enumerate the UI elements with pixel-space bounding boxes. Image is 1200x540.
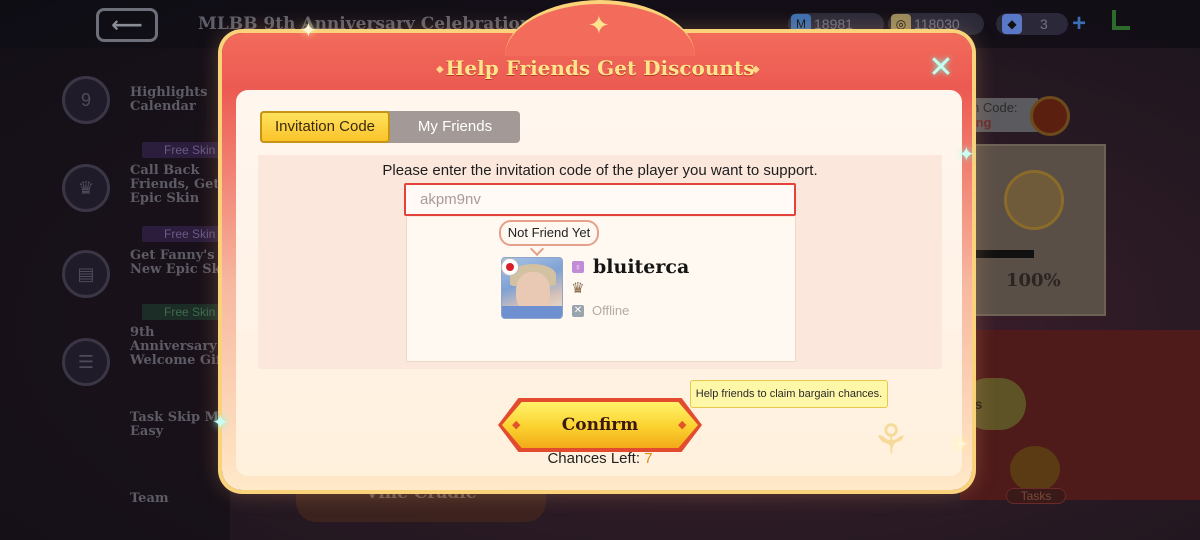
close-icon[interactable]: ✕: [924, 52, 958, 86]
topup-plus-button[interactable]: +: [1072, 10, 1086, 38]
code-label: n Code:: [972, 100, 1018, 115]
diamond-icon: ◆: [1002, 14, 1022, 34]
event-title: MLBB 9th Anniversary Celebration: [198, 14, 533, 34]
ticket-counter: M 18981: [788, 13, 884, 35]
instruction-text: Please enter the invitation code of the …: [382, 162, 818, 179]
anniversary-emblem-icon: ✦: [588, 10, 610, 40]
ticket-icon: M: [791, 14, 811, 34]
gift-list-icon: ☰: [62, 338, 110, 386]
copy-code-icon[interactable]: [1030, 96, 1070, 136]
sidebar-item-team[interactable]: Team: [130, 492, 240, 506]
tasks-label[interactable]: Tasks: [1006, 488, 1066, 504]
news-icon: ▤: [62, 250, 110, 298]
avatar-frame: [502, 306, 562, 318]
sparkle-icon: ✦: [300, 20, 317, 42]
country-flag-icon: [501, 258, 519, 276]
invitation-code-input[interactable]: [404, 183, 796, 216]
dancing-figures-decoration: ⚘: [872, 416, 910, 463]
rank-icon: ♛: [571, 280, 585, 297]
sparkle-icon: ✦: [958, 144, 975, 166]
battle-points-icon: ◎: [891, 14, 911, 34]
chances-label: Chances Left:: [547, 450, 641, 467]
anniversary-logo-icon: 9: [62, 76, 110, 124]
confirm-button[interactable]: Confirm: [502, 402, 698, 448]
back-button[interactable]: ⟵: [96, 8, 158, 42]
player-name: bluiterca: [593, 256, 690, 278]
title-ornament-right: ◆: [752, 64, 760, 75]
player-result-card: [406, 217, 796, 362]
invitation-code-display: n Code: ing: [968, 98, 1038, 132]
offline-icon: ✕: [572, 305, 584, 317]
help-tooltip: Help friends to claim bargain chances.: [690, 380, 888, 408]
confirm-ornament-left: ◆: [512, 419, 521, 431]
battle-points-counter: ◎ 118030: [888, 13, 984, 35]
free-skin-badge: Free Skin: [142, 226, 222, 242]
event-sidebar: [0, 48, 230, 540]
battle-points-value: 118030: [914, 16, 960, 32]
confirm-ornament-right: ◆: [678, 419, 687, 431]
tab-my-friends[interactable]: My Friends: [390, 111, 520, 143]
chances-left: Chances Left: 7: [502, 450, 698, 467]
diamond-value: 3: [1040, 16, 1048, 32]
player-status: Offline: [592, 303, 630, 318]
back-arrow-icon: ⟵: [111, 12, 143, 37]
progress-bar: [968, 250, 1034, 258]
diamond-counter: ◆ 3: [996, 13, 1068, 35]
dialog-title: Help Friends Get Discounts: [445, 56, 755, 80]
sparkle-icon: ✦: [952, 434, 969, 456]
progress-percent: 100%: [1006, 270, 1061, 291]
tasks-icon[interactable]: [1010, 446, 1060, 492]
code-value: ing: [972, 115, 992, 130]
signal-icon: [1112, 10, 1130, 30]
tab-invitation-code[interactable]: Invitation Code: [260, 111, 390, 143]
sparkle-icon: ✦: [212, 412, 229, 434]
callback-icon: ♛: [62, 164, 110, 212]
hero-avatar: [1004, 170, 1064, 230]
relation-tag: Not Friend Yet: [499, 220, 599, 246]
free-skin-badge: Free Skin: [142, 142, 222, 158]
chances-value: 7: [644, 450, 653, 467]
ticket-value: 18981: [814, 16, 853, 32]
free-skin-badge: Free Skin: [142, 304, 222, 320]
female-icon: ♀: [572, 261, 584, 273]
